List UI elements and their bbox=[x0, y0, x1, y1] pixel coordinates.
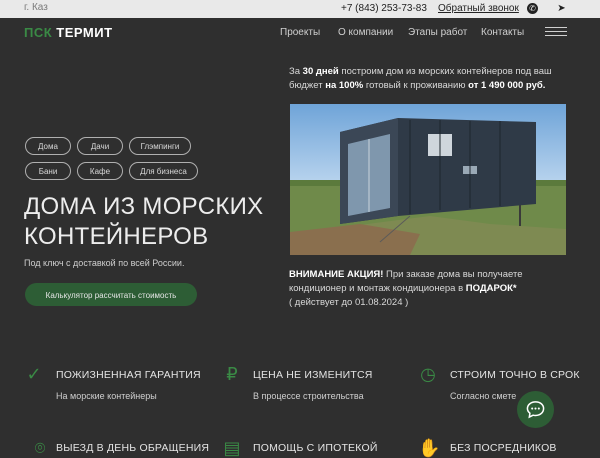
hero-subtitle: Под ключ с доставкой по всей России. bbox=[24, 258, 185, 268]
logo[interactable]: ПСК ТЕРМИТ bbox=[24, 25, 113, 40]
tag-baths[interactable]: Бани bbox=[25, 162, 71, 180]
feature-title-price: ЦЕНА НЕ ИЗМЕНИТСЯ bbox=[253, 369, 373, 381]
promo-date: ( действует до 01.08.2024 ) bbox=[289, 297, 409, 308]
telegram-icon[interactable]: ➤ bbox=[556, 3, 567, 14]
feature-text-warranty: На морские контейнеры bbox=[56, 391, 157, 401]
feature-text-price: В процессе строительства bbox=[253, 391, 364, 401]
nav-about[interactable]: О компании bbox=[338, 27, 393, 38]
location-pin-icon: ⌾ bbox=[34, 438, 46, 458]
container-house-photo bbox=[290, 104, 566, 255]
callback-link[interactable]: Обратный звонок bbox=[438, 3, 519, 14]
feature-title-no-middlemen: БЕЗ ПОСРЕДНИКОВ bbox=[450, 442, 557, 454]
city-selector[interactable]: г. Каз bbox=[24, 2, 48, 13]
feature-title-visit: ВЫЕЗД В ДЕНЬ ОБРАЩЕНИЯ bbox=[56, 442, 210, 454]
calculator-button[interactable]: Калькулятор рассчитать стоимость bbox=[25, 283, 197, 306]
feature-title-warranty: ПОЖИЗНЕННАЯ ГАРАНТИЯ bbox=[56, 369, 201, 381]
tag-business[interactable]: Для бизнеса bbox=[129, 162, 198, 180]
logo-prefix: ПСК bbox=[24, 25, 53, 40]
tag-houses[interactable]: Дома bbox=[25, 137, 71, 155]
tag-cafe[interactable]: Кафе bbox=[77, 162, 123, 180]
nav-contacts[interactable]: Контакты bbox=[481, 27, 524, 38]
lead-text: За 30 дней построим дом из морских конте… bbox=[289, 66, 552, 91]
tag-dachas[interactable]: Дачи bbox=[77, 137, 123, 155]
chat-button[interactable] bbox=[517, 391, 554, 428]
feature-title-deadline: СТРОИМ ТОЧНО В СРОК bbox=[450, 369, 580, 381]
handshake-icon: ✋ bbox=[418, 438, 441, 458]
tag-glamping[interactable]: Глэмпинги bbox=[129, 137, 191, 155]
phone-link[interactable]: +7 (843) 253-73-83 bbox=[341, 3, 427, 14]
clock-icon: ◷ bbox=[420, 364, 436, 384]
nav-stages[interactable]: Этапы работ bbox=[408, 27, 467, 38]
hero-title: ДОМА ИЗ МОРСКИХ КОНТЕЙНЕРОВ bbox=[24, 193, 264, 250]
whatsapp-icon[interactable]: ✆ bbox=[527, 3, 538, 14]
shield-check-icon: ✓ bbox=[26, 364, 42, 384]
menu-icon[interactable] bbox=[545, 27, 567, 37]
promo-text: ВНИМАНИЕ АКЦИЯ! При заказе дома вы получ… bbox=[289, 269, 523, 308]
chat-bubble-icon bbox=[526, 401, 545, 419]
ruble-icon: ₽ bbox=[226, 364, 238, 384]
feature-title-mortgage: ПОМОЩЬ С ИПОТЕКОЙ bbox=[253, 442, 378, 454]
document-icon: ▤ bbox=[223, 438, 241, 458]
feature-text-deadline: Согласно смете bbox=[450, 391, 517, 401]
logo-name: ТЕРМИТ bbox=[56, 25, 113, 40]
nav-projects[interactable]: Проекты bbox=[280, 27, 320, 38]
